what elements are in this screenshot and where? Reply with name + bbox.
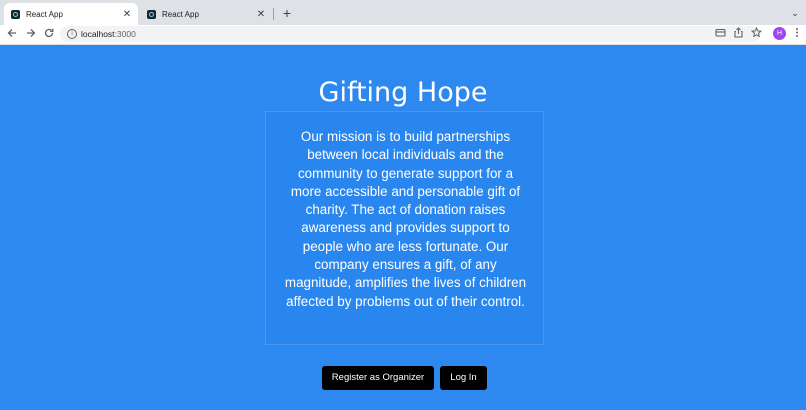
bookmark-star-icon[interactable] [749,26,763,41]
info-icon[interactable]: i [67,29,77,39]
register-organizer-button[interactable]: Register as Organizer [322,366,434,390]
tab-close-icon[interactable]: ✕ [254,9,268,20]
back-icon[interactable] [5,27,19,41]
tab-divider [273,8,274,20]
tab-close-icon[interactable]: ✕ [120,9,134,20]
react-favicon-icon [11,9,20,19]
login-button[interactable]: Log In [440,366,487,390]
page-title: Gifting Hope [318,77,488,109]
tab-search-chevron-icon[interactable]: ⌄ [788,6,802,20]
card-icon[interactable] [713,27,727,41]
mission-card: Our mission is to build partnerships bet… [265,111,544,345]
tab-react-app[interactable]: React App ✕ [140,3,272,25]
tab-react-app-active[interactable]: React App ✕ [4,3,138,25]
profile-avatar[interactable]: H [773,27,786,40]
mission-statement: Our mission is to build partnerships bet… [284,129,527,309]
tab-title: React App [26,9,63,19]
share-icon[interactable] [731,27,745,41]
tab-title: React App [162,9,199,19]
browser-tab-strip: React App ✕ React App ✕ + ⌄ [0,0,806,25]
url-text: localhost:3000 [81,27,136,41]
browser-toolbar: i localhost:3000 [0,25,806,45]
react-favicon-icon [147,9,156,19]
address-bar[interactable]: i localhost:3000 [60,26,760,42]
forward-icon[interactable] [24,27,38,41]
menu-kebab-icon[interactable] [790,27,804,41]
new-tab-button[interactable]: + [280,5,294,21]
url-host: localhost [81,29,115,39]
url-port: :3000 [114,29,136,39]
reload-icon[interactable] [42,27,56,41]
